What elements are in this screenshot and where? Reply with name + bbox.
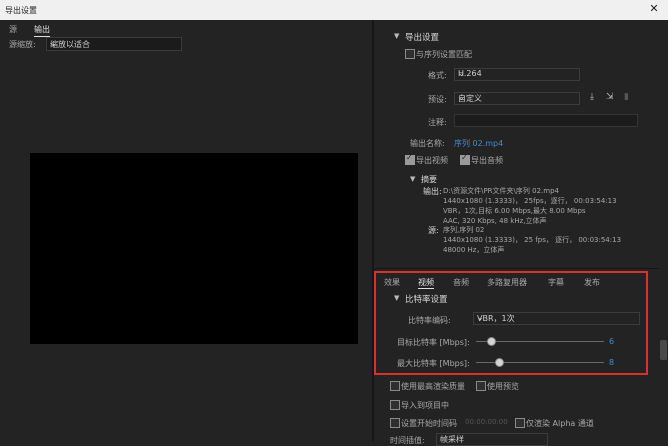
scrollbar-thumb[interactable] xyxy=(660,340,667,360)
summary-output-line: 1440x1080 (1.3333)， 25fps，逐行， 00:03:54:1… xyxy=(443,197,617,205)
use-previews-checkbox[interactable] xyxy=(476,381,486,391)
comment-input[interactable] xyxy=(454,114,638,127)
render-alpha-label: 仅渲染 Alpha 通道 xyxy=(526,419,594,428)
summary-title: 摘要 xyxy=(421,175,437,184)
output-name-label: 输出名称: xyxy=(410,139,445,148)
use-previews-label: 使用预览 xyxy=(487,382,519,391)
summary-source-line: 1440x1080 (1.3333)， 25 fps， 逐行， 00:03:54… xyxy=(443,236,622,244)
source-scaling-label: 源缩放: xyxy=(9,40,36,49)
max-render-quality-checkbox[interactable] xyxy=(390,381,400,391)
window-title: 导出设置 xyxy=(5,6,37,15)
chevron-down-icon: ⌄ xyxy=(458,69,465,78)
video-preview xyxy=(30,153,358,344)
match-sequence-checkbox[interactable] xyxy=(405,49,415,59)
summary-output-block: D:\资源文件\PR文件夹\序列 02.mp4 1440x1080 (1.333… xyxy=(443,186,617,226)
summary-output-label: 输出: xyxy=(423,187,442,196)
chevron-down-icon: ⌄ xyxy=(458,93,465,102)
output-name-link[interactable]: 序列 02.mp4 xyxy=(454,138,503,149)
save-preset-icon[interactable]: ⤓ xyxy=(590,92,594,102)
summary-triangle-icon[interactable]: ▼ xyxy=(410,175,415,183)
summary-source-line: 48000 Hz，立体声 xyxy=(443,246,505,254)
comment-label: 注释: xyxy=(428,118,447,127)
preset-label: 预设: xyxy=(428,95,447,104)
export-settings-title: 导出设置 xyxy=(405,33,440,43)
section-divider xyxy=(374,268,659,269)
export-audio-checkbox[interactable] xyxy=(460,153,470,165)
close-button[interactable]: ✕ xyxy=(648,3,660,15)
collapse-triangle-icon[interactable]: ▼ xyxy=(394,32,399,40)
tab-source[interactable]: 源 xyxy=(9,24,17,35)
source-scaling-select[interactable]: 缩放以适合 ⌄ xyxy=(46,37,182,51)
time-interpolation-value: 帧采样 xyxy=(440,435,464,444)
chevron-down-icon: ⌄ xyxy=(50,39,57,48)
summary-output-line: D:\资源文件\PR文件夹\序列 02.mp4 xyxy=(443,187,559,195)
summary-source-block: 序列,序列 02 1440x1080 (1.3333)， 25 fps， 逐行，… xyxy=(443,225,621,255)
import-preset-icon[interactable]: ⇲ xyxy=(606,92,614,102)
format-select[interactable]: H.264 ⌄ xyxy=(454,68,580,81)
export-video-checkbox[interactable] xyxy=(405,153,415,165)
summary-source-label: 源: xyxy=(428,226,439,235)
format-label: 格式: xyxy=(428,71,447,80)
start-timecode-value[interactable]: 00:00:00:00 xyxy=(465,418,508,426)
delete-preset-icon[interactable]: ▮ xyxy=(624,92,629,102)
tab-output[interactable]: 输出 xyxy=(34,24,50,37)
summary-output-line: VBR，1次,目标 6.00 Mbps,最大 8.00 Mbps xyxy=(443,207,586,215)
summary-source-line: 序列,序列 02 xyxy=(443,226,485,234)
match-sequence-label: 与序列设置匹配 xyxy=(416,50,472,59)
time-interpolation-select[interactable]: 帧采样 xyxy=(436,433,548,446)
title-bar: 导出设置 ✕ xyxy=(0,0,668,20)
start-timecode-label: 设置开始时间码 xyxy=(401,419,457,428)
export-audio-label: 导出音频 xyxy=(471,156,503,165)
import-into-project-checkbox[interactable] xyxy=(390,400,400,410)
scrollbar[interactable] xyxy=(659,20,668,441)
preset-select[interactable]: 自定义 ⌄ xyxy=(454,92,580,105)
render-alpha-checkbox[interactable] xyxy=(515,418,525,428)
highlight-box xyxy=(374,271,648,375)
start-timecode-checkbox[interactable] xyxy=(390,418,400,428)
max-render-quality-label: 使用最高渲染质量 xyxy=(401,382,465,391)
import-into-project-label: 导入到项目中 xyxy=(401,401,449,410)
export-video-label: 导出视频 xyxy=(416,156,448,165)
